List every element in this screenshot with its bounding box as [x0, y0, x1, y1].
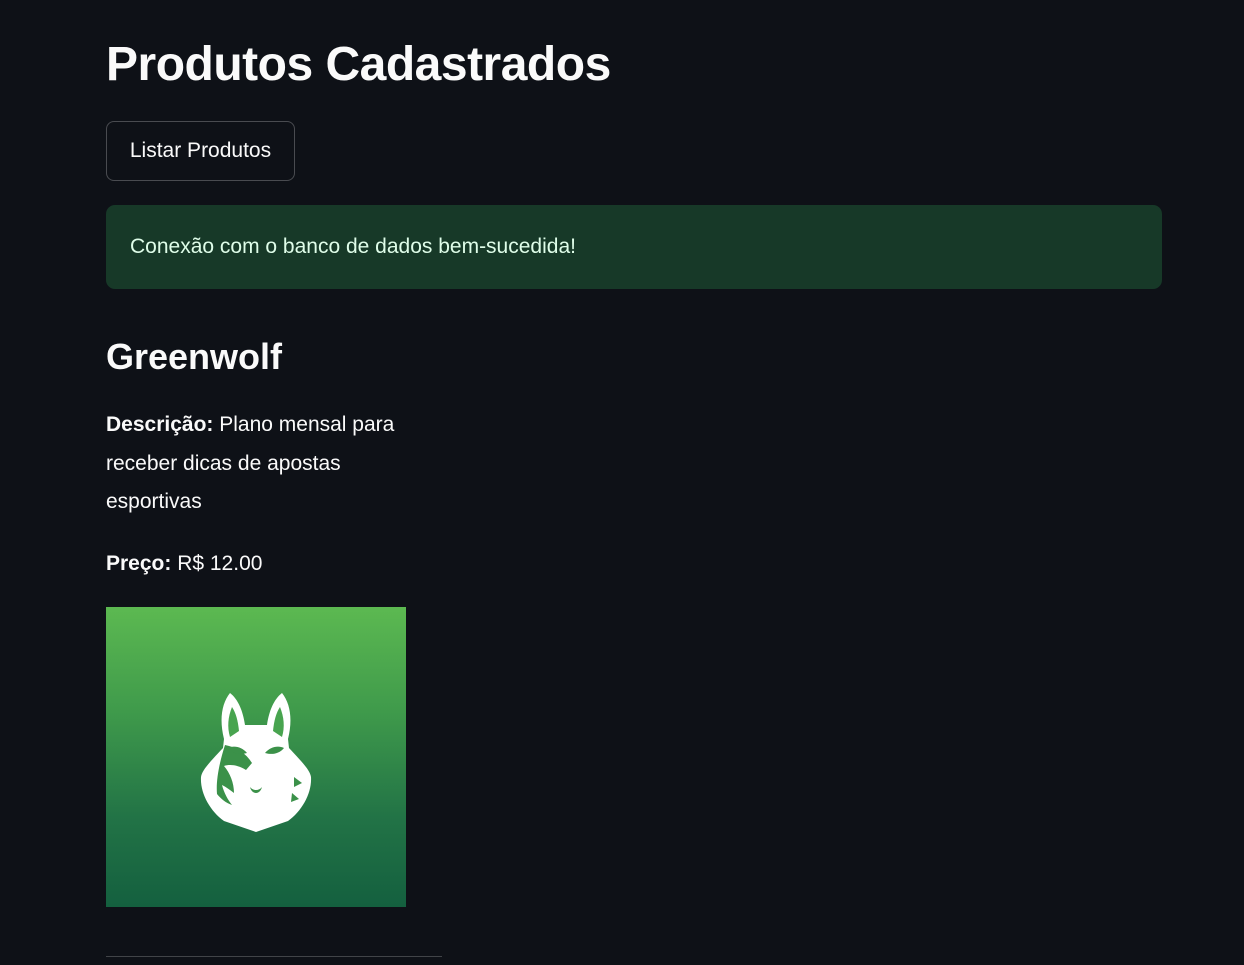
- product-name: Greenwolf: [106, 336, 283, 377]
- wolf-head-icon: [200, 693, 312, 832]
- section-divider: [106, 956, 442, 957]
- product-description: Descrição: Plano mensal para receber dic…: [106, 406, 426, 522]
- product-price: Preço: R$ 12.00: [106, 545, 262, 583]
- description-label: Descrição:: [106, 413, 214, 436]
- page-title: Produtos Cadastrados: [106, 38, 611, 91]
- price-value: R$ 12.00: [177, 552, 263, 575]
- price-label: Preço:: [106, 552, 172, 575]
- success-alert-message: Conexão com o banco de dados bem-sucedid…: [130, 235, 576, 258]
- product-image: [106, 607, 406, 907]
- success-alert: Conexão com o banco de dados bem-sucedid…: [106, 205, 1162, 289]
- list-products-button[interactable]: Listar Produtos: [106, 121, 295, 181]
- app-page: Produtos Cadastrados Listar Produtos Con…: [0, 0, 1244, 965]
